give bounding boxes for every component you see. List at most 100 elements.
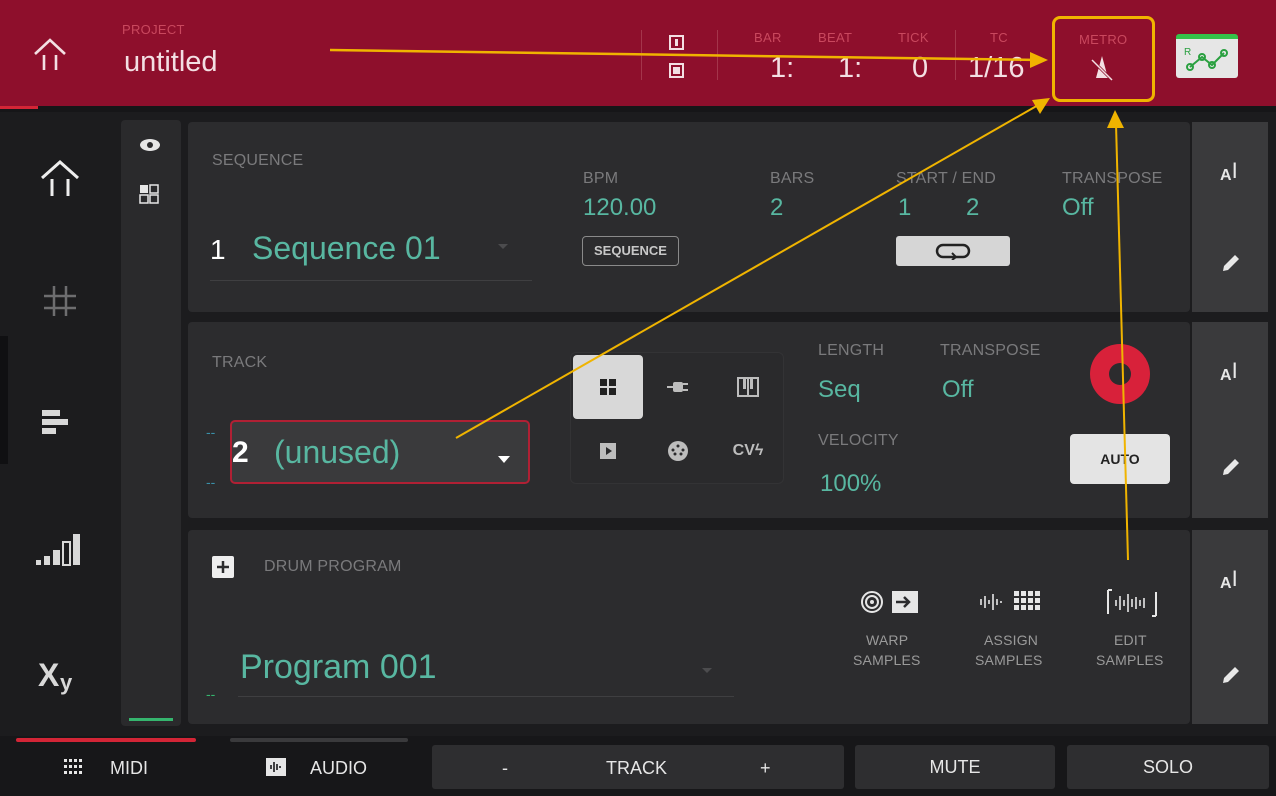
rename-icon[interactable]: AI <box>1220 566 1238 594</box>
sequence-number: 1 <box>210 234 226 265</box>
bar-value[interactable]: 1: <box>770 52 794 85</box>
program-side-tools: AI <box>1192 530 1268 724</box>
auto-button[interactable]: AUTO <box>1070 434 1170 484</box>
tick-label: TICK <box>898 30 929 45</box>
track-next-button[interactable]: + <box>760 758 771 779</box>
bpm-sequence-button[interactable]: SEQUENCE <box>582 236 679 266</box>
xy-icon[interactable]: X y <box>36 648 84 696</box>
sequence-transpose-value[interactable]: Off <box>1062 194 1094 222</box>
program-name[interactable]: Program 001 <box>240 648 437 687</box>
sequence-name[interactable]: Sequence 01 <box>252 230 441 267</box>
transport-mode-icon[interactable] <box>668 34 686 82</box>
track-dash-top: -- <box>206 424 216 440</box>
start-end-label: START / END <box>896 170 996 187</box>
clip-icon <box>600 443 616 459</box>
warp-label-2: SAMPLES <box>853 652 921 668</box>
rename-icon[interactable]: AI <box>1220 358 1238 386</box>
bars-value[interactable]: 2 <box>770 194 783 222</box>
sequence-transpose-label: TRANSPOSE <box>1062 170 1163 187</box>
end-value[interactable]: 2 <box>966 194 979 222</box>
record-icon[interactable] <box>1088 342 1152 406</box>
divider <box>641 30 642 80</box>
program-label: DRUM PROGRAM <box>264 558 402 575</box>
bpm-label: BPM <box>583 170 619 187</box>
loop-icon <box>935 243 971 260</box>
beat-value[interactable]: 1: <box>838 52 862 85</box>
layout-grid-icon[interactable] <box>139 184 159 204</box>
track-name: (unused) <box>274 434 401 470</box>
sequence-dropdown-icon[interactable] <box>498 244 508 249</box>
loop-button[interactable] <box>896 236 1010 266</box>
program-underline <box>238 696 734 697</box>
project-name[interactable]: untitled <box>124 46 218 79</box>
automation-button[interactable]: R <box>1176 34 1238 78</box>
track-prev-button[interactable]: - <box>502 758 508 779</box>
home-icon[interactable] <box>30 34 70 74</box>
bpm-value[interactable]: 120.00 <box>583 194 656 222</box>
tc-value[interactable]: 1/16 <box>968 52 1024 85</box>
midi-track-type[interactable] <box>643 419 713 483</box>
plugin-track-type[interactable] <box>643 355 713 419</box>
midi-tab-indicator <box>16 738 196 742</box>
header-underline <box>0 106 1276 112</box>
keyboard-icon <box>737 377 759 397</box>
beat-label: BEAT <box>818 30 853 45</box>
start-value[interactable]: 1 <box>898 194 911 222</box>
audio-icon <box>266 758 286 776</box>
program-dropdown-icon[interactable] <box>702 668 712 673</box>
mixer-icon[interactable] <box>36 398 84 446</box>
r-label: R <box>1184 47 1191 58</box>
edit-samples-icon[interactable] <box>1106 588 1158 618</box>
bars-label: BARS <box>770 170 815 187</box>
track-side-tools: AI <box>1192 322 1268 518</box>
midi-tab[interactable]: MIDI <box>110 758 148 779</box>
assign-samples-icon[interactable] <box>978 590 1042 614</box>
edit-icon[interactable] <box>1220 252 1242 274</box>
sequence-underline <box>210 280 532 281</box>
length-label: LENGTH <box>818 342 885 359</box>
keygroup-track-type[interactable] <box>713 355 783 419</box>
midi-icon <box>668 441 688 461</box>
drum-grid-icon <box>600 379 616 395</box>
nav-accent <box>0 336 8 464</box>
mute-button[interactable]: MUTE <box>855 745 1055 789</box>
warp-samples-icon[interactable] <box>860 588 920 616</box>
audio-tab[interactable]: AUDIO <box>310 758 367 779</box>
track-type-grid: CVϟ <box>570 352 784 484</box>
track-transpose-value[interactable]: Off <box>942 376 974 404</box>
automation-icon: R <box>1184 47 1228 71</box>
eye-icon[interactable] <box>139 138 161 152</box>
add-program-button[interactable] <box>212 556 234 578</box>
edit-icon[interactable] <box>1220 456 1242 478</box>
track-dropdown[interactable]: 2 (unused) <box>230 420 530 484</box>
sequence-panel <box>188 122 1190 312</box>
track-dash-bottom: -- <box>206 474 216 490</box>
project-label: PROJECT <box>122 22 185 37</box>
clip-track-type[interactable] <box>573 419 643 483</box>
plus-icon <box>217 561 229 573</box>
grid-icon[interactable] <box>36 276 84 324</box>
chevron-down-icon <box>498 456 510 463</box>
track-strip <box>121 120 181 726</box>
solo-button[interactable]: SOLO <box>1067 745 1269 789</box>
tc-label: TC <box>990 30 1008 45</box>
assign-label-2: SAMPLES <box>975 652 1043 668</box>
tick-value[interactable]: 0 <box>912 52 928 85</box>
cv-track-type[interactable]: CVϟ <box>713 419 783 483</box>
drum-track-type[interactable] <box>573 355 643 419</box>
track-label: TRACK <box>212 354 268 371</box>
audio-tab-indicator <box>230 738 408 742</box>
home-icon[interactable] <box>36 154 84 202</box>
edit-icon[interactable] <box>1220 664 1242 686</box>
track-strip-indicator <box>129 718 173 721</box>
velocity-value[interactable]: 100% <box>820 470 881 498</box>
svg-text:y: y <box>60 670 73 695</box>
edit-label-2: SAMPLES <box>1096 652 1164 668</box>
bar-label: BAR <box>754 30 782 45</box>
divider <box>717 30 718 80</box>
levels-icon[interactable] <box>36 526 84 574</box>
sequence-label: SEQUENCE <box>212 152 304 169</box>
track-transpose-label: TRANSPOSE <box>940 342 1041 359</box>
rename-icon[interactable]: AI <box>1220 158 1238 186</box>
length-value[interactable]: Seq <box>818 376 861 404</box>
